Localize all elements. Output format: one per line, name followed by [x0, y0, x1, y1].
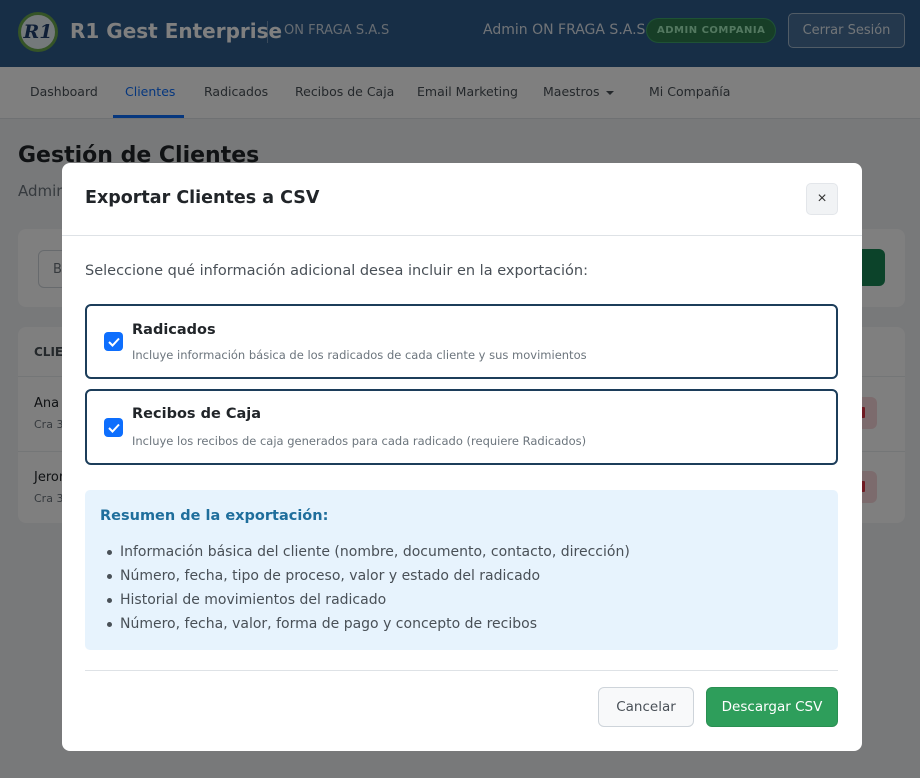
- bullet-icon: [107, 622, 112, 627]
- recibos-checkbox[interactable]: [104, 418, 123, 437]
- summary-item: Historial de movimientos del radicado: [100, 588, 630, 612]
- check-icon: [107, 337, 120, 347]
- option-recibos-de-caja[interactable]: Recibos de Caja Incluye los recibos de c…: [85, 389, 838, 465]
- summary-item: Información básica del cliente (nombre, …: [100, 540, 630, 564]
- summary-list: Información básica del cliente (nombre, …: [100, 540, 630, 636]
- cancel-button[interactable]: Cancelar: [598, 687, 694, 727]
- modal-intro-text: Seleccione qué información adicional des…: [85, 263, 588, 279]
- close-icon: ×: [817, 190, 827, 207]
- bullet-icon: [107, 574, 112, 579]
- export-modal: Exportar Clientes a CSV × Seleccione qué…: [62, 163, 862, 751]
- summary-item: Número, fecha, valor, forma de pago y co…: [100, 612, 630, 636]
- modal-footer-divider: [85, 670, 838, 671]
- modal-header-divider: [62, 235, 862, 236]
- export-summary: Resumen de la exportación: Información b…: [85, 490, 838, 650]
- modal-title: Exportar Clientes a CSV: [85, 188, 320, 208]
- close-button[interactable]: ×: [806, 183, 838, 215]
- radicados-checkbox[interactable]: [104, 332, 123, 351]
- summary-item: Número, fecha, tipo de proceso, valor y …: [100, 564, 630, 588]
- summary-title: Resumen de la exportación:: [100, 508, 329, 524]
- check-icon: [107, 423, 120, 433]
- bullet-icon: [107, 550, 112, 555]
- download-csv-button[interactable]: Descargar CSV: [706, 687, 838, 727]
- bullet-icon: [107, 598, 112, 603]
- option-title: Radicados: [132, 322, 216, 338]
- option-radicados[interactable]: Radicados Incluye información básica de …: [85, 304, 838, 379]
- option-title: Recibos de Caja: [132, 406, 262, 422]
- option-description: Incluye los recibos de caja generados pa…: [132, 434, 587, 448]
- option-description: Incluye información básica de los radica…: [132, 348, 587, 362]
